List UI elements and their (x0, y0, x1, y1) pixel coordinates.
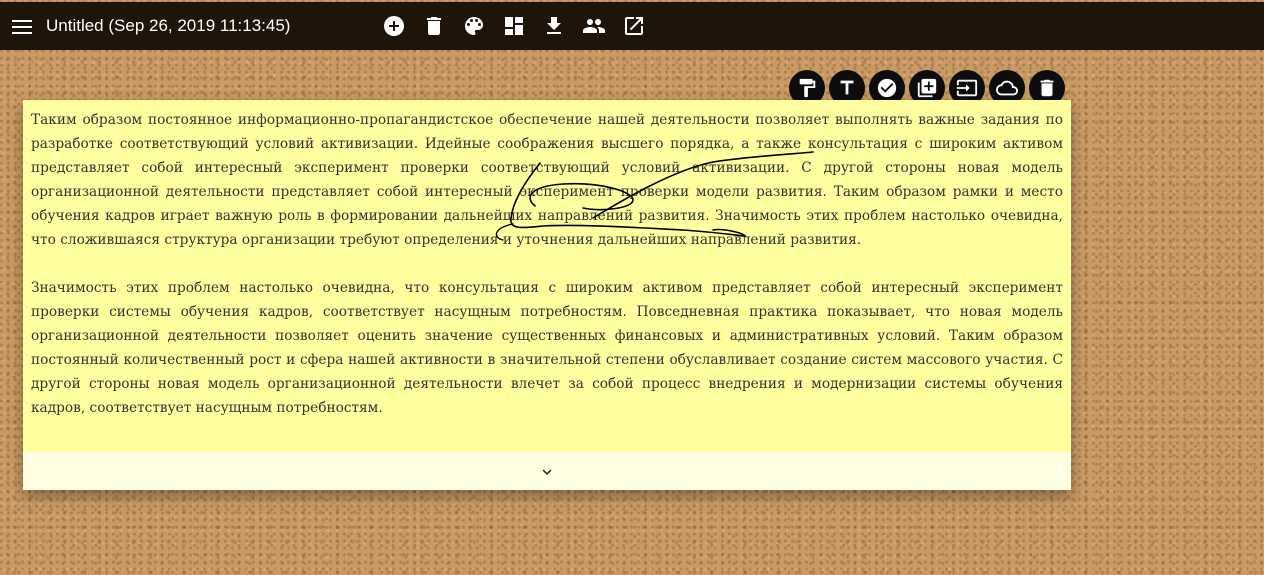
dashboard-icon[interactable] (502, 14, 526, 38)
people-icon[interactable] (582, 14, 606, 38)
chevron-down-icon[interactable] (538, 463, 556, 481)
trash-icon[interactable] (422, 14, 446, 38)
app-header: Untitled (Sep 26, 2019 11:13:45) (0, 2, 1264, 50)
note-paragraph: Таким образом постоянное информационно-п… (31, 112, 1063, 248)
download-icon[interactable] (542, 14, 566, 38)
open-external-icon[interactable] (622, 14, 646, 38)
palette-icon[interactable] (462, 14, 486, 38)
hamburger-menu-icon[interactable] (12, 20, 32, 34)
add-circle-icon[interactable] (382, 14, 406, 38)
note-paragraph: Значимость этих проблем настолько очевид… (31, 280, 1063, 416)
note-text[interactable]: Таким образом постоянное информационно-п… (31, 108, 1063, 448)
page-title: Untitled (Sep 26, 2019 11:13:45) (46, 16, 291, 35)
expand-toggle[interactable] (23, 452, 1071, 490)
sticky-note[interactable]: Таким образом постоянное информационно-п… (23, 100, 1071, 490)
